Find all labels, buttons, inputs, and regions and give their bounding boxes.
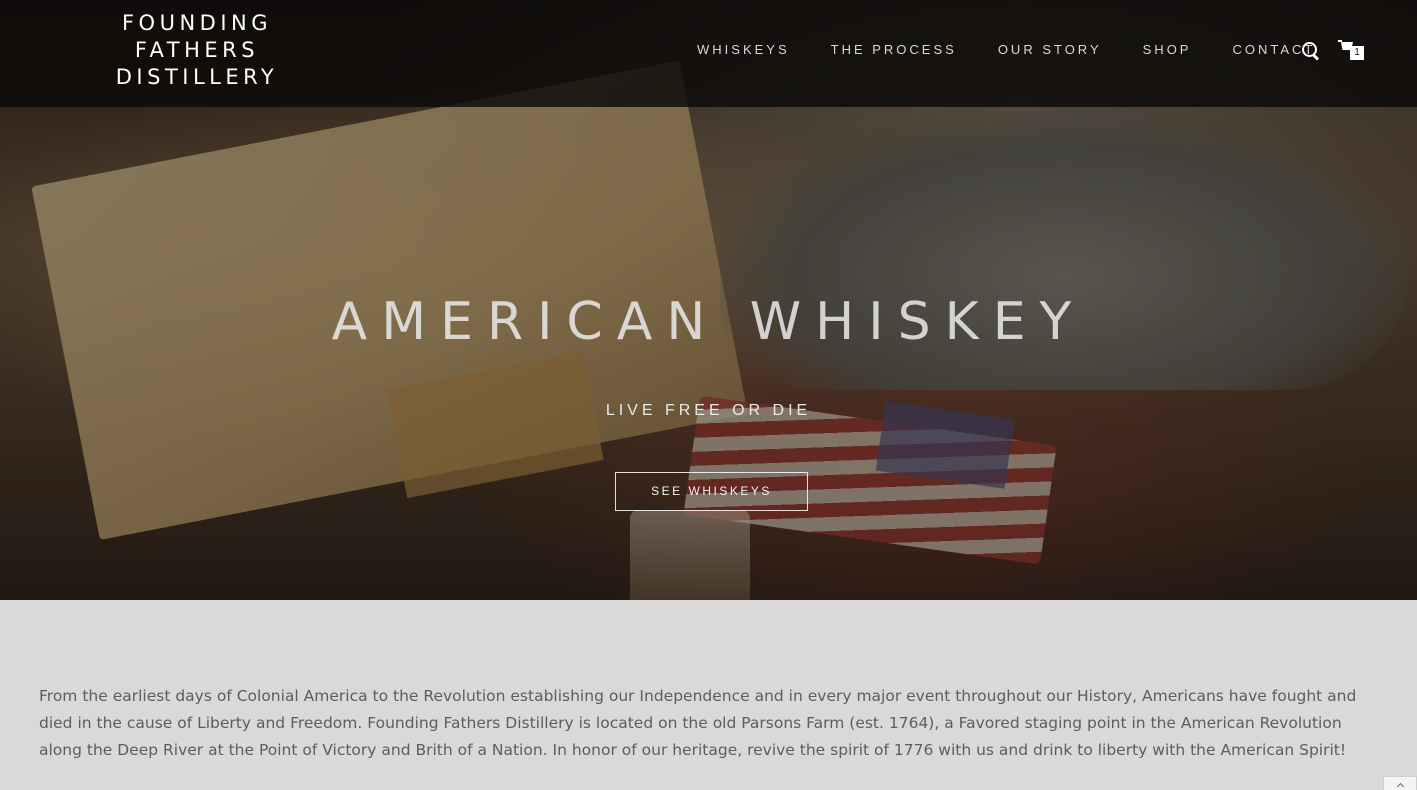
header-icons: 1 (1301, 38, 1368, 64)
logo-line-3: DISTILLERY (115, 65, 279, 89)
nav-item-our-story[interactable]: OUR STORY (998, 42, 1102, 57)
nav-item-the-process[interactable]: THE PROCESS (831, 42, 957, 57)
search-icon[interactable] (1301, 41, 1321, 61)
scroll-to-top-button[interactable] (1383, 776, 1417, 790)
nav-item-whiskeys[interactable]: WHISKEYS (697, 42, 790, 57)
logo-line-1: FOUNDING (121, 11, 273, 35)
cart-button[interactable]: 1 (1338, 38, 1368, 64)
site-logo[interactable]: FOUNDING FATHERS DISTILLERY (112, 10, 282, 91)
see-whiskeys-button[interactable]: SEE WHISKEYS (615, 472, 808, 511)
intro-paragraph: From the earliest days of Colonial Ameri… (39, 687, 1357, 759)
logo-line-2: FATHERS (134, 38, 260, 62)
cart-count-badge: 1 (1350, 46, 1364, 60)
hero-title: AMERICAN WHISKEY (331, 292, 1086, 352)
hero-subtitle: LIVE FREE OR DIE (605, 402, 812, 419)
main-nav: WHISKEYS THE PROCESS OUR STORY SHOP CONT… (697, 42, 1356, 57)
nav-item-shop[interactable]: SHOP (1143, 42, 1192, 57)
top-navigation-bar: FOUNDING FATHERS DISTILLERY WHISKEYS THE… (0, 0, 1417, 107)
